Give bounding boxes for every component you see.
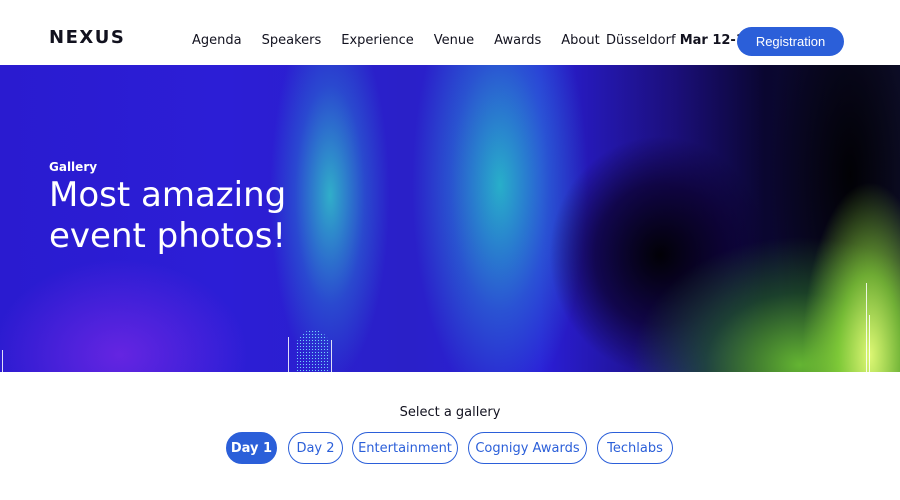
gallery-tab-day-1[interactable]: Day 1 (226, 432, 277, 464)
nav-link-agenda[interactable]: Agenda (192, 32, 242, 50)
hero-banner: Gallery Most amazing event photos! (0, 65, 900, 372)
main-nav: Agenda Speakers Experience Venue Awards … (192, 32, 620, 50)
gallery-tab-techlabs[interactable]: Techlabs (597, 432, 673, 464)
page-title: Most amazing event photos! (49, 175, 287, 256)
event-city: Düsseldorf (606, 33, 676, 48)
nav-link-about[interactable]: About (561, 32, 599, 50)
decorative-line (869, 315, 870, 372)
gallery-tab-day-2[interactable]: Day 2 (288, 432, 343, 464)
gallery-tab-entertainment[interactable]: Entertainment (352, 432, 458, 464)
dotted-arch-decoration (296, 330, 330, 372)
decorative-line (866, 283, 867, 372)
decorative-line (331, 340, 332, 372)
nav-link-speakers[interactable]: Speakers (262, 32, 322, 50)
decorative-line (288, 337, 289, 372)
nav-link-venue[interactable]: Venue (434, 32, 474, 50)
event-info: Düsseldorf Mar 12-13 (606, 32, 754, 50)
gallery-prompt: Select a gallery (399, 405, 501, 420)
gallery-tabs: Day 1 Day 2 Entertainment Cognigy Awards… (0, 432, 900, 464)
nav-link-awards[interactable]: Awards (494, 32, 541, 50)
nexus-logo[interactable]: NEXUS (49, 27, 125, 48)
decorative-line (2, 350, 3, 372)
gallery-tab-cognigy-awards[interactable]: Cognigy Awards (468, 432, 587, 464)
nav-link-experience[interactable]: Experience (341, 32, 414, 50)
site-header: NEXUS Agenda Speakers Experience Venue A… (0, 0, 900, 65)
hero-kicker: Gallery (49, 160, 98, 174)
registration-button[interactable]: Registration (737, 27, 844, 56)
